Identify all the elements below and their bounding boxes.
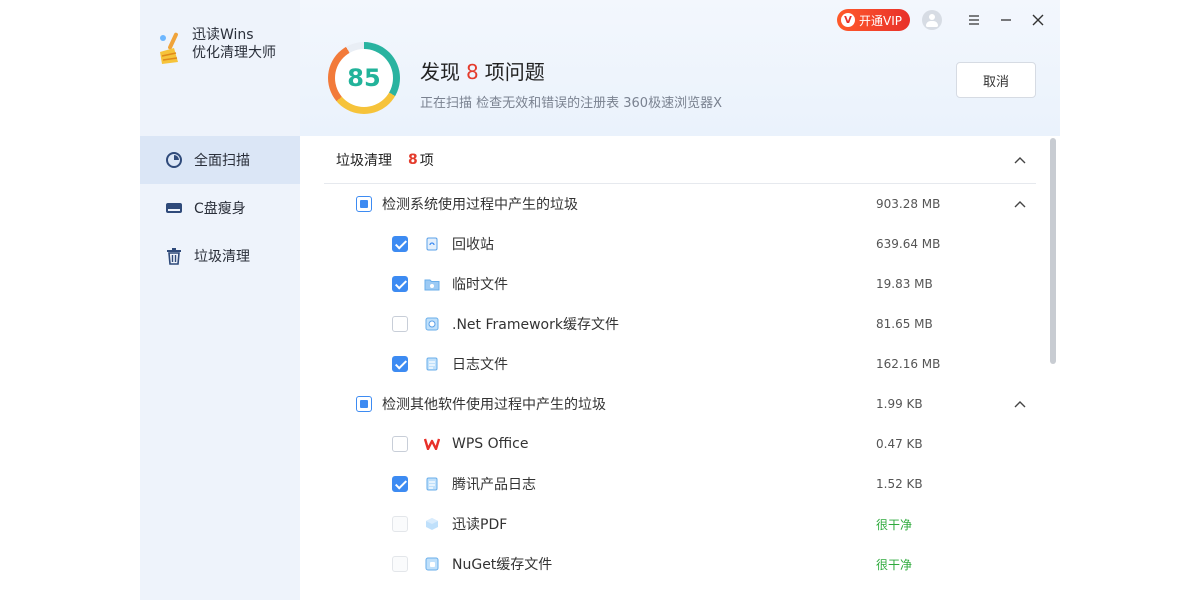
app-name-line1: 迅读Wins — [192, 27, 254, 43]
scan-headline: 发现 8 项问题 — [420, 56, 545, 85]
item-checkbox[interactable] — [392, 556, 408, 572]
section-junk-clean[interactable]: 垃圾清理 8 项 — [324, 136, 1036, 184]
sidebar-nav: 全面扫描 C盘瘦身 垃圾清理 — [140, 136, 300, 280]
dotnet-cache-icon — [424, 316, 440, 332]
list-item[interactable]: 腾讯产品日志 1.52 KB — [324, 464, 1036, 504]
group-size: 1.99 KB — [876, 397, 923, 411]
item-label: 迅读PDF — [452, 517, 508, 533]
sidebar-item-c-drive[interactable]: C盘瘦身 — [140, 184, 300, 232]
menu-icon[interactable] — [962, 8, 986, 32]
app-name: 迅读Wins 优化清理大师 — [192, 26, 276, 62]
avatar[interactable] — [922, 10, 942, 30]
item-checkbox[interactable] — [392, 236, 408, 252]
group-row[interactable]: 检测系统使用过程中产生的垃圾 903.28 MB — [324, 184, 1036, 224]
scan-icon — [164, 150, 184, 170]
section-unit: 项 — [419, 152, 434, 169]
scan-status: 正在扫描 检查无效和错误的注册表 360极速浏览器X — [420, 96, 722, 111]
list-item[interactable]: NuGet缓存文件 很干净 — [324, 544, 1036, 584]
chevron-up-icon[interactable] — [1014, 198, 1026, 210]
minimize-icon[interactable] — [994, 8, 1018, 32]
app-window: 迅读Wins 优化清理大师 全面扫描 C盘瘦身 垃圾清理 85 发现 8 项问题… — [140, 0, 1060, 600]
item-size: 162.16 MB — [876, 357, 941, 371]
group-checkbox[interactable] — [356, 396, 372, 412]
item-label: 日志文件 — [452, 357, 508, 373]
group-row[interactable]: 检测其他软件使用过程中产生的垃圾 1.99 KB — [324, 384, 1036, 424]
broom-logo-icon — [160, 32, 178, 64]
group-label: 检测其他软件使用过程中产生的垃圾 — [382, 397, 606, 413]
vip-label: 开通VIP — [859, 13, 902, 28]
pdf-app-icon — [424, 516, 440, 532]
window-controls: V 开通VIP — [837, 8, 1050, 32]
section-title: 垃圾清理 — [336, 152, 392, 169]
chevron-up-icon[interactable] — [1014, 398, 1026, 410]
vip-icon: V — [841, 13, 855, 27]
list-item[interactable]: 迅读PDF 很干净 — [324, 504, 1036, 544]
issue-count: 8 — [466, 60, 479, 84]
item-label: 临时文件 — [452, 277, 508, 293]
log-file-icon — [424, 356, 440, 372]
group-label: 检测系统使用过程中产生的垃圾 — [382, 197, 578, 213]
list-item[interactable]: 日志文件 162.16 MB — [324, 344, 1036, 384]
brand: 迅读Wins 优化清理大师 — [156, 26, 276, 66]
item-checkbox[interactable] — [392, 476, 408, 492]
item-size: 19.83 MB — [876, 277, 933, 291]
recycle-bin-icon — [424, 236, 440, 252]
sidebar-item-label: 全面扫描 — [194, 153, 250, 169]
score-value: 85 — [335, 49, 393, 107]
item-size: 639.64 MB — [876, 237, 941, 251]
item-size: 很干净 — [876, 557, 913, 572]
trash-icon — [164, 246, 184, 266]
app-name-line2: 优化清理大师 — [192, 45, 276, 61]
vip-button[interactable]: V 开通VIP — [837, 9, 910, 31]
close-icon[interactable] — [1026, 8, 1050, 32]
item-label: NuGet缓存文件 — [452, 557, 553, 573]
list-item[interactable]: .Net Framework缓存文件 81.65 MB — [324, 304, 1036, 344]
item-label: .Net Framework缓存文件 — [452, 317, 619, 333]
cancel-button[interactable]: 取消 — [956, 62, 1036, 98]
score-ring: 85 — [328, 42, 400, 114]
item-size: 1.52 KB — [876, 477, 923, 491]
group-checkbox[interactable] — [356, 196, 372, 212]
headline-prefix: 发现 — [420, 60, 460, 84]
group-size: 903.28 MB — [876, 197, 941, 211]
item-checkbox[interactable] — [392, 276, 408, 292]
scan-header: 85 发现 8 项问题 正在扫描 检查无效和错误的注册表 360极速浏览器X 取消 … — [300, 0, 1060, 136]
item-checkbox[interactable] — [392, 356, 408, 372]
item-label: WPS Office — [452, 436, 529, 452]
scan-results: 垃圾清理 8 项 检测系统使用过程中产生的垃圾 903.28 MB 回收站 63… — [300, 136, 1060, 600]
item-size: 很干净 — [876, 517, 913, 532]
item-size: 81.65 MB — [876, 317, 933, 331]
wps-icon — [424, 436, 440, 452]
log-file-icon — [424, 476, 440, 492]
item-label: 回收站 — [452, 237, 494, 253]
headline-suffix: 项问题 — [484, 60, 545, 84]
list-item[interactable]: 回收站 639.64 MB — [324, 224, 1036, 264]
scrollbar-thumb[interactable] — [1050, 138, 1056, 364]
item-checkbox[interactable] — [392, 516, 408, 532]
sidebar: 迅读Wins 优化清理大师 全面扫描 C盘瘦身 垃圾清理 — [140, 0, 300, 600]
chevron-up-icon[interactable] — [1014, 154, 1026, 166]
item-size: 0.47 KB — [876, 437, 923, 451]
folder-icon — [424, 276, 440, 292]
item-checkbox[interactable] — [392, 436, 408, 452]
sidebar-item-full-scan[interactable]: 全面扫描 — [140, 136, 300, 184]
item-checkbox[interactable] — [392, 316, 408, 332]
list-item[interactable]: 临时文件 19.83 MB — [324, 264, 1036, 304]
sidebar-item-label: 垃圾清理 — [194, 249, 250, 265]
section-count: 8 — [408, 151, 418, 168]
sidebar-item-junk-clean[interactable]: 垃圾清理 — [140, 232, 300, 280]
sidebar-item-label: C盘瘦身 — [194, 201, 246, 217]
item-label: 腾讯产品日志 — [452, 477, 536, 493]
nuget-cache-icon — [424, 556, 440, 572]
list-item[interactable]: WPS Office 0.47 KB — [324, 424, 1036, 464]
disk-icon — [164, 198, 184, 218]
